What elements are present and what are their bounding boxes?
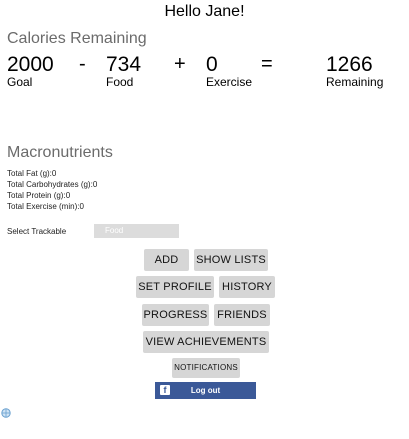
total-fat-text: Total Fat (g):0 bbox=[7, 169, 57, 178]
calories-remaining-title: Calories Remaining bbox=[7, 30, 147, 47]
set-profile-button[interactable]: SET PROFILE bbox=[136, 276, 214, 298]
remaining-value: 1266 bbox=[326, 53, 373, 76]
exercise-label: Exercise bbox=[206, 75, 253, 89]
goal-label: Goal bbox=[7, 75, 33, 89]
trackable-selected-value: Food bbox=[105, 226, 124, 235]
notifications-button[interactable]: NOTIFICATIONS bbox=[172, 358, 240, 378]
equals-sign: = bbox=[261, 53, 273, 75]
total-protein-text: Total Protein (g):0 bbox=[7, 191, 71, 200]
history-button[interactable]: HISTORY bbox=[219, 276, 275, 298]
add-button[interactable]: ADD bbox=[144, 249, 189, 271]
food-label: Food bbox=[106, 75, 134, 89]
minus-sign: - bbox=[79, 53, 86, 75]
logout-label: Log out bbox=[190, 386, 221, 395]
facebook-logout-button[interactable]: f Log out bbox=[155, 382, 256, 399]
total-carbohydrates-text: Total Carbohydrates (g):0 bbox=[7, 180, 98, 189]
remaining-label: Remaining bbox=[326, 75, 384, 89]
show-lists-button[interactable]: SHOW LISTS bbox=[194, 249, 268, 271]
macronutrients-title: Macronutrients bbox=[7, 144, 113, 161]
progress-button[interactable]: PROGRESS bbox=[142, 304, 209, 326]
exercise-value: 0 bbox=[206, 53, 218, 76]
food-value: 734 bbox=[106, 53, 142, 76]
friends-button[interactable]: FRIENDS bbox=[214, 304, 270, 326]
goal-value: 2000 bbox=[7, 53, 54, 76]
total-exercise-text: Total Exercise (min):0 bbox=[7, 202, 84, 211]
plus-sign: + bbox=[174, 53, 186, 75]
view-achievements-button[interactable]: VIEW ACHIEVEMENTS bbox=[143, 331, 269, 353]
select-trackable-label: Select Trackable bbox=[7, 227, 67, 236]
greeting-title: Hello Jane! bbox=[164, 3, 245, 20]
trackable-spinner[interactable]: Food bbox=[94, 224, 179, 238]
bug-icon bbox=[1, 408, 11, 418]
